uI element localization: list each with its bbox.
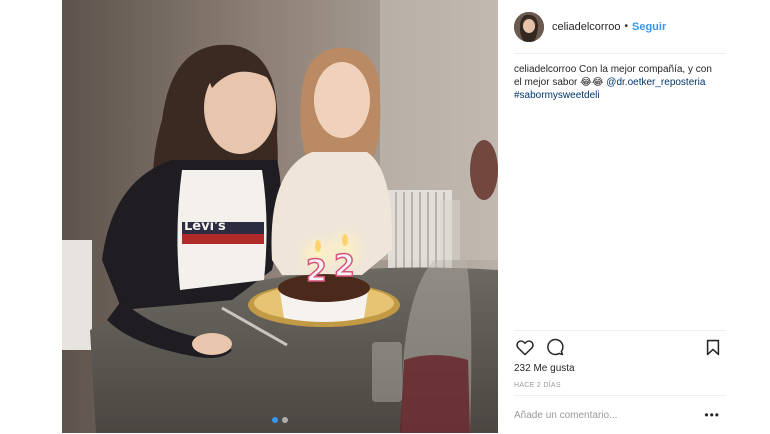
candle-number-left: 2: [306, 254, 327, 289]
more-options-icon[interactable]: •••: [704, 409, 720, 421]
post-header: celiadelcorroo • Seguir: [514, 0, 726, 54]
post-photo[interactable]: Levi's 2 2: [62, 0, 498, 433]
post-timestamp[interactable]: HACE 2 DÍAS: [514, 382, 726, 389]
comment-icon[interactable]: [544, 336, 566, 358]
separator-dot: •: [624, 21, 628, 32]
username[interactable]: celiadelcorroo: [552, 21, 620, 33]
post-side-panel: celiadelcorroo • Seguir celiadelcorroo C…: [498, 0, 728, 433]
carousel-dot-active[interactable]: [272, 417, 278, 423]
caption-mention[interactable]: @dr.oetker_reposteria: [606, 77, 705, 88]
follow-button[interactable]: Seguir: [632, 21, 666, 33]
instagram-post: Levi's 2 2 celiadelcorroo • Seguir celia…: [62, 0, 728, 433]
shirt-logo-text: Levi's: [184, 219, 226, 234]
caption-username[interactable]: celiadelcorroo: [514, 64, 576, 75]
comment-input[interactable]: [514, 409, 705, 421]
birthday-photo-illustration: Levi's 2 2: [62, 0, 498, 433]
action-bar: [514, 331, 726, 363]
post-actions-section: 232 Me gusta HACE 2 DÍAS: [514, 330, 726, 389]
carousel-indicator: [62, 417, 498, 423]
comment-section: •••: [514, 395, 726, 434]
likes-count[interactable]: 232 Me gusta: [514, 363, 726, 374]
caption-hashtag[interactable]: #sabormysweetdeli: [514, 90, 600, 101]
post-caption: celiadelcorroo Con la mejor compañía, y …: [514, 63, 722, 102]
avatar-image: [514, 11, 544, 42]
avatar[interactable]: [514, 11, 544, 42]
bookmark-icon[interactable]: [702, 336, 724, 358]
carousel-dot[interactable]: [282, 417, 288, 423]
heart-icon[interactable]: [514, 336, 536, 358]
candle-number-right: 2: [334, 249, 355, 284]
